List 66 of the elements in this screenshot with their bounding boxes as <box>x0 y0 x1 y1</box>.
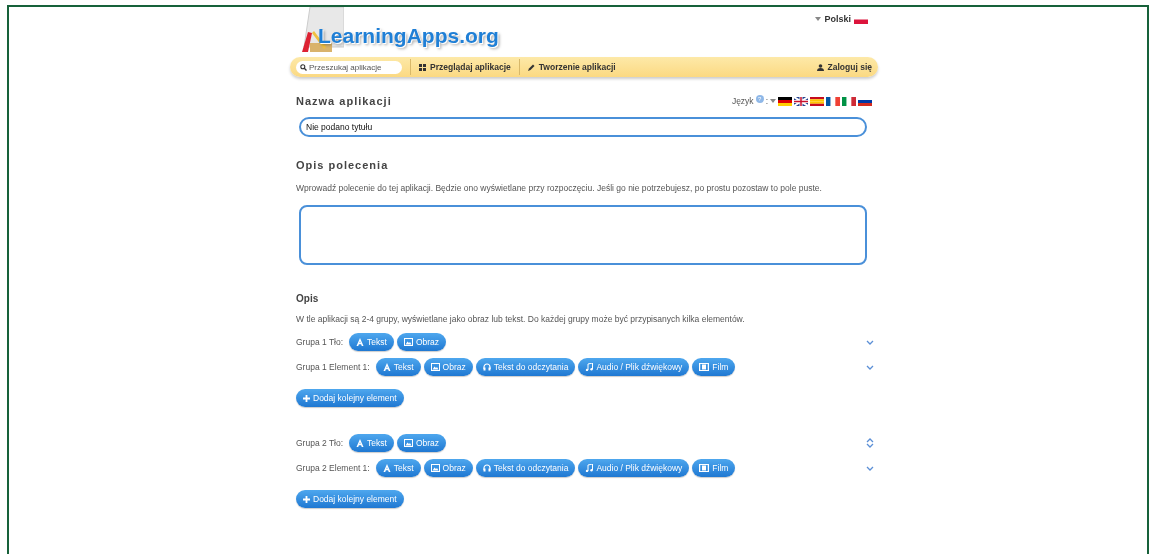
search-field[interactable]: Przeszukaj aplikacje <box>296 60 402 74</box>
user-icon <box>816 63 824 71</box>
music-note-icon <box>585 464 594 472</box>
image-icon <box>430 363 440 371</box>
dropdown-icon[interactable] <box>770 99 776 103</box>
pencil-icon <box>527 63 535 71</box>
media-button[interactable]: Tekst <box>349 434 394 452</box>
login-link[interactable]: Zaloguj się <box>816 62 872 72</box>
flag-icon[interactable] <box>810 96 824 106</box>
media-button[interactable]: Audio / Plik dźwiękowy <box>578 358 690 376</box>
media-button[interactable]: Film <box>692 459 736 477</box>
letter-icon <box>356 439 365 447</box>
media-button[interactable]: Obraz <box>423 358 473 376</box>
dropdown-icon[interactable] <box>815 17 822 21</box>
media-button[interactable]: Tekst do odczytania <box>475 358 576 376</box>
image-icon <box>403 439 413 447</box>
music-note-icon <box>585 363 594 371</box>
media-button[interactable]: Film <box>692 358 736 376</box>
nav-link[interactable]: Przeglądaj aplikacje <box>419 62 511 72</box>
plus-icon <box>303 495 310 503</box>
plus-icon <box>303 394 310 402</box>
flag-icon[interactable] <box>794 96 808 106</box>
headphones-icon <box>482 363 491 371</box>
group-label: Grupa 1 Tło: <box>296 337 344 347</box>
letter-icon <box>356 338 365 346</box>
flag-icon[interactable] <box>826 96 840 106</box>
film-icon <box>699 464 710 472</box>
section-heading: Nazwa aplikacji <box>296 95 392 107</box>
site-logo[interactable]: LearningApps.org <box>318 24 499 48</box>
nav-link[interactable]: Tworzenie aplikacji <box>527 62 616 72</box>
language-label: Język <box>731 96 754 106</box>
grid-icon <box>419 63 426 71</box>
media-button[interactable]: Tekst do odczytania <box>475 459 576 477</box>
media-button[interactable]: Tekst <box>375 358 421 376</box>
chevron-up-icon[interactable] <box>866 438 874 443</box>
section-description: W tle aplikacji są 2-4 grupy, wyświetlane jako obraz lub tekst. Do każdej grupy może być przypisanych kilka elementów. <box>296 314 746 324</box>
chevron-down-icon[interactable] <box>866 339 874 345</box>
headphones-icon <box>482 464 491 472</box>
language-selector[interactable]: Polski <box>824 14 851 24</box>
search-icon <box>300 63 307 71</box>
image-icon <box>430 464 440 472</box>
letter-icon <box>382 363 391 371</box>
chevron-down-icon[interactable] <box>866 443 874 448</box>
group-label: Grupa 2 Element 1: <box>296 463 370 473</box>
separator-text: : <box>765 96 768 106</box>
media-button[interactable]: Tekst <box>375 459 421 477</box>
media-button[interactable]: Audio / Plik dźwiękowy <box>578 459 690 477</box>
group-label: Grupa 2 Tło: <box>296 438 344 448</box>
film-icon <box>699 363 710 371</box>
section-heading: Opis <box>296 293 319 304</box>
media-button[interactable]: Obraz <box>396 434 447 452</box>
letter-icon <box>382 464 391 472</box>
title-input[interactable]: Nie podano tytułu <box>299 117 867 137</box>
media-button[interactable]: Obraz <box>396 333 447 351</box>
chevron-down-icon[interactable] <box>866 465 874 471</box>
media-button[interactable]: Obraz <box>423 459 473 477</box>
section-description: Wprowadź polecenie do tej aplikacji. Będzie ono wyświetlane przy rozpoczęciu. Jeśli go nie potrzebujesz, po prostu pozostaw to pole puste. <box>296 183 823 193</box>
section-heading: Opis polecenia <box>296 159 389 171</box>
chevron-down-icon[interactable] <box>866 364 874 370</box>
group-label: Grupa 1 Element 1: <box>296 362 370 372</box>
media-button[interactable]: Tekst <box>349 333 394 351</box>
flag-icon[interactable] <box>778 96 792 106</box>
add-element-button[interactable]: Dodaj kolejny element <box>296 389 404 407</box>
add-element-button[interactable]: Dodaj kolejny element <box>296 490 404 508</box>
task-textarea[interactable] <box>299 205 867 265</box>
image-icon <box>403 338 413 346</box>
